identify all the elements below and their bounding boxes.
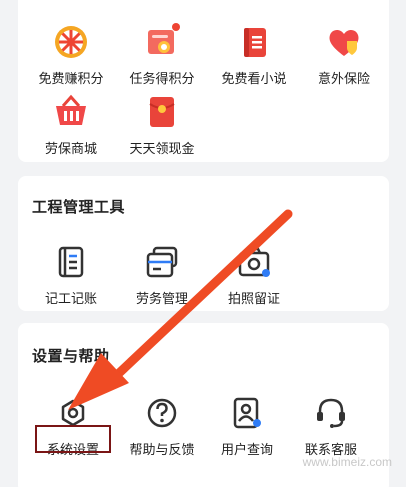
tile-label: 天天领现金 (129, 141, 195, 156)
tile-work-ledger[interactable]: 记工记账 (26, 242, 116, 307)
shopping-basket-icon (51, 92, 91, 132)
tile-label: 记工记账 (44, 291, 97, 306)
section-title: 工程管理工具 (32, 199, 126, 216)
labor-cards-icon (142, 242, 182, 282)
tile-photo-evidence[interactable]: 拍照留证 (209, 242, 299, 307)
user-search-icon (227, 393, 267, 433)
tile-label: 免费看小说 (221, 71, 287, 86)
tile-label: 劳保商城 (44, 141, 97, 156)
tools-card: 工程管理工具 记工记账 劳务管理 拍照留证 (18, 176, 389, 311)
tile-contact-service[interactable]: 联系客服 (286, 393, 376, 458)
tile-label: 任务得积分 (129, 71, 195, 86)
tile-help-feedback[interactable]: 帮助与反馈 (117, 393, 207, 458)
tile-free-points[interactable]: 免费赚积分 (26, 22, 116, 87)
watermark: www.bimeiz.com (302, 455, 392, 469)
tile-label: 帮助与反馈 (129, 442, 195, 457)
benefits-card: 免费赚积分 任务得积分 免费看小说 意外保险 劳保商城 天天领现金 (18, 0, 389, 162)
tile-insurance[interactable]: 意外保险 (299, 22, 389, 87)
wheel-icon (51, 22, 91, 62)
tile-label: 拍照留证 (227, 291, 280, 306)
tile-user-query[interactable]: 用户查询 (202, 393, 292, 458)
red-envelope-icon (142, 92, 182, 132)
headset-icon (311, 393, 351, 433)
question-icon (142, 393, 182, 433)
book-icon (234, 22, 274, 62)
tile-free-novels[interactable]: 免费看小说 (209, 22, 299, 87)
tile-label: 劳务管理 (135, 291, 188, 306)
task-card-icon (142, 22, 182, 62)
tile-label: 用户查询 (220, 442, 273, 457)
camera-icon (234, 242, 274, 282)
tile-labor-management[interactable]: 劳务管理 (117, 242, 207, 307)
ledger-icon (51, 242, 91, 282)
tile-label: 免费赚积分 (38, 71, 104, 86)
tile-task-points[interactable]: 任务得积分 (117, 22, 207, 87)
tile-labor-mall[interactable]: 劳保商城 (26, 92, 116, 157)
tile-label: 意外保险 (317, 71, 370, 86)
heart-shield-icon (324, 22, 364, 62)
tile-daily-cash[interactable]: 天天领现金 (117, 92, 207, 157)
highlight-box (35, 425, 111, 453)
section-title: 设置与帮助 (32, 348, 110, 365)
